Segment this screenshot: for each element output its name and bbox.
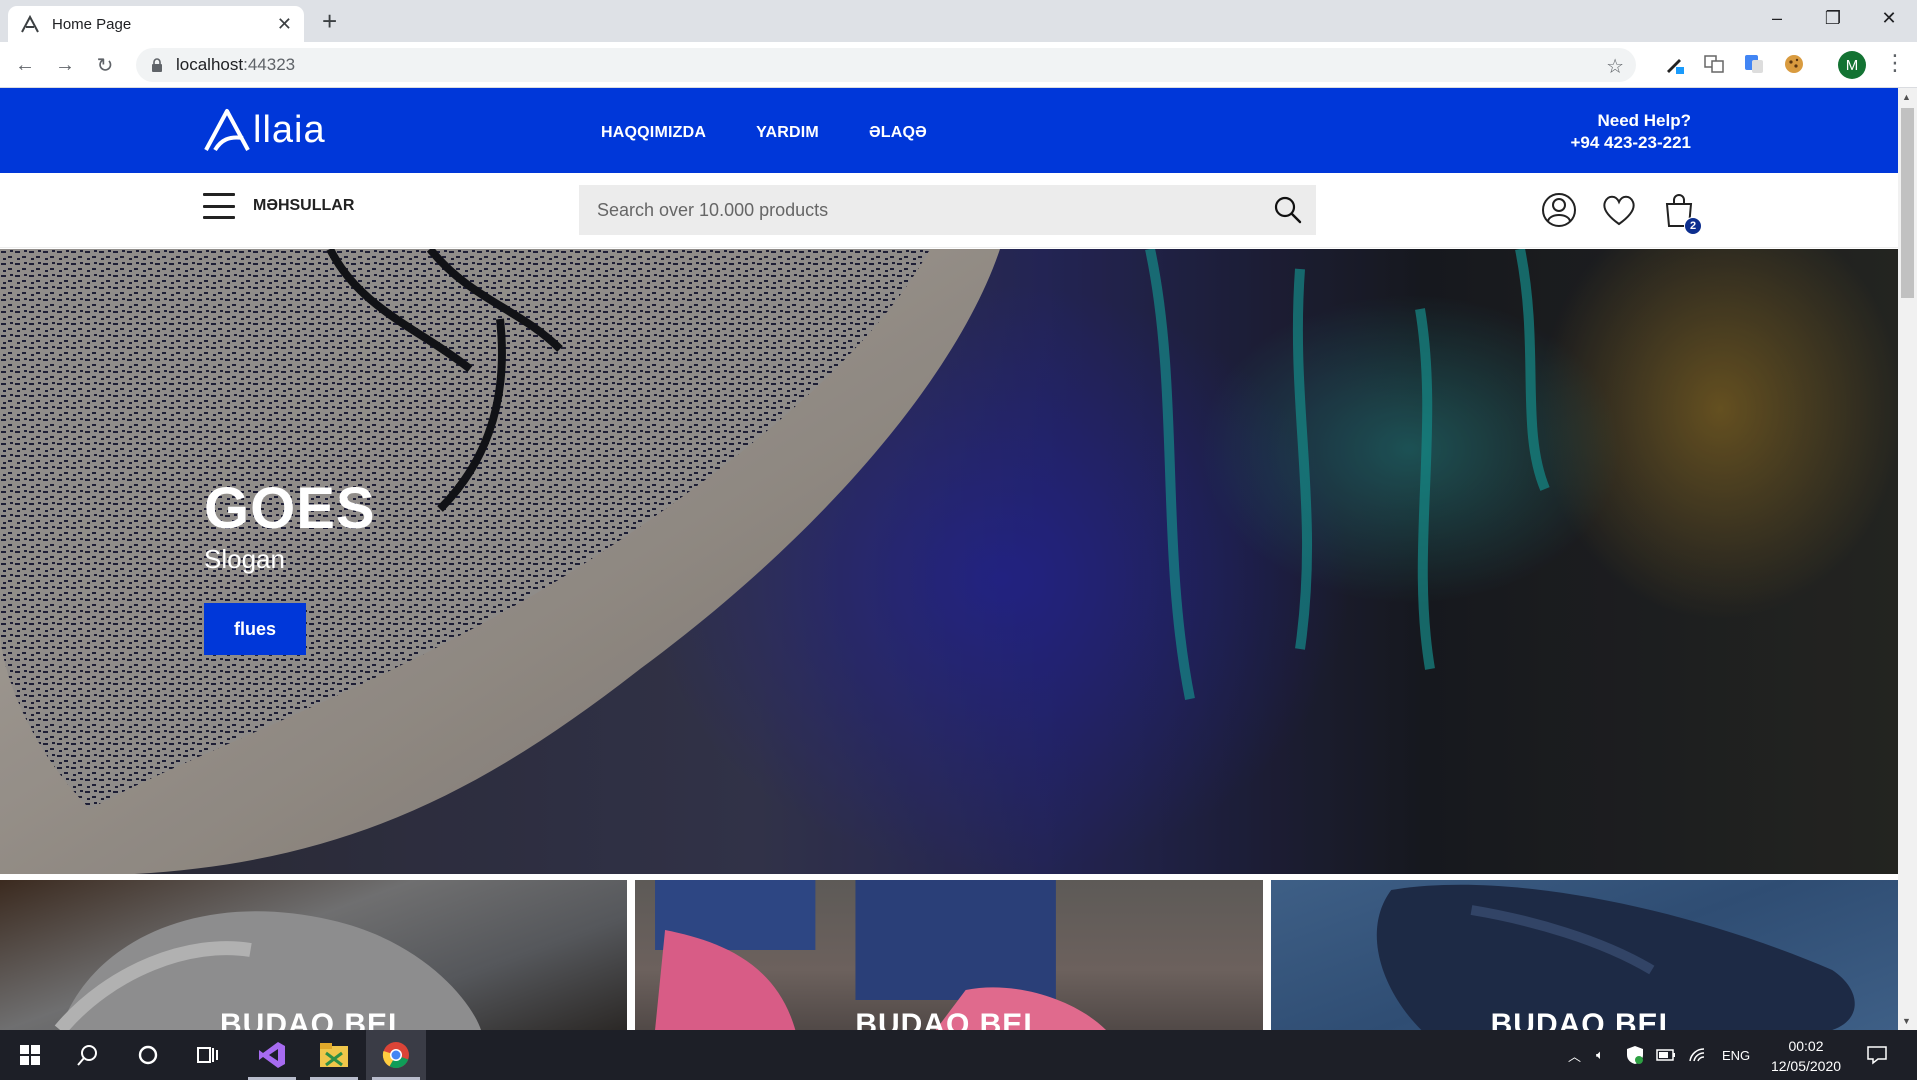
help-phone[interactable]: +94 423-23-221 bbox=[1570, 132, 1691, 154]
scrollbar-thumb[interactable] bbox=[1901, 108, 1914, 298]
chrome-taskbar[interactable] bbox=[366, 1030, 426, 1080]
tab-title: Home Page bbox=[52, 15, 132, 33]
taskbar-search-icon bbox=[77, 1045, 97, 1066]
search-icon bbox=[1274, 196, 1302, 224]
help-title: Need Help? bbox=[1597, 111, 1691, 130]
windows-taskbar: ︿ 🔈︎ ENG 00:02 12/05/2020 bbox=[0, 1030, 1917, 1080]
profile-avatar[interactable]: M bbox=[1838, 51, 1866, 79]
heart-icon bbox=[1603, 195, 1635, 226]
hero-subtitle: Slogan bbox=[204, 544, 285, 574]
hero-slider: GOES Slogan flues bbox=[0, 249, 1898, 874]
category-tile-1[interactable]: BUDAQ BEL bbox=[0, 880, 628, 1030]
categories-label: MƏHSULLAR bbox=[253, 197, 355, 214]
search-button[interactable] bbox=[1260, 185, 1316, 235]
window-close-button[interactable]: ✕ bbox=[1861, 0, 1917, 36]
menu-link-about[interactable]: HAQQIMIZDA bbox=[601, 124, 706, 142]
volume-icon[interactable]: 🔈︎ bbox=[1596, 1030, 1604, 1080]
notifications-icon[interactable] bbox=[1866, 1030, 1888, 1080]
wifi-icon[interactable] bbox=[1688, 1030, 1706, 1080]
cookie-extension-icon[interactable] bbox=[1782, 52, 1806, 76]
clock-date: 12/05/2020 bbox=[1770, 1058, 1842, 1074]
system-clock[interactable]: 00:02 12/05/2020 bbox=[1766, 1036, 1846, 1076]
category-tile-3[interactable]: BUDAQ BEL bbox=[1270, 880, 1898, 1030]
chrome-icon bbox=[382, 1042, 409, 1069]
defender-shield-icon[interactable] bbox=[1626, 1030, 1644, 1080]
reload-icon[interactable]: ↻ bbox=[90, 50, 120, 80]
cart-button[interactable]: 2 bbox=[1660, 191, 1702, 235]
hero-title: GOES bbox=[204, 476, 376, 541]
browser-menu-icon[interactable]: ⋮ bbox=[1884, 50, 1906, 76]
visual-studio-icon bbox=[259, 1042, 285, 1068]
task-view-button[interactable] bbox=[178, 1030, 238, 1080]
restore-button[interactable]: ❐ bbox=[1805, 0, 1861, 36]
minimize-button[interactable]: – bbox=[1749, 0, 1805, 36]
bookmark-star-icon[interactable]: ☆ bbox=[1606, 54, 1624, 79]
logo-text: llaia bbox=[253, 108, 326, 151]
google-translate-icon[interactable] bbox=[1742, 52, 1766, 76]
search-input[interactable] bbox=[579, 185, 1260, 235]
site-header: llaia HAQQIMIZDA YARDIM ƏLAQƏ Need Help?… bbox=[0, 88, 1898, 173]
address-url: localhost:44323 bbox=[176, 55, 296, 74]
site-favicon-icon bbox=[21, 14, 39, 33]
clock-time: 00:02 bbox=[1788, 1038, 1824, 1054]
file-explorer-taskbar[interactable] bbox=[304, 1030, 364, 1080]
category-tile-2[interactable]: BUDAQ BEL bbox=[635, 880, 1263, 1030]
address-bar[interactable]: localhost:44323 ☆ bbox=[136, 48, 1636, 82]
search-bar-row: MƏHSULLAR Search over 10.000 products 2 bbox=[0, 173, 1898, 248]
allaia-logo-icon bbox=[204, 109, 250, 152]
browser-tab-strip: Home Page ✕ + – ❐ ✕ bbox=[0, 0, 1917, 42]
menu-link-contact[interactable]: ƏLAQƏ bbox=[869, 124, 927, 142]
tab-close-icon[interactable]: ✕ bbox=[277, 15, 292, 33]
cortana-circle-icon bbox=[138, 1045, 158, 1065]
page-viewport: llaia HAQQIMIZDA YARDIM ƏLAQƏ Need Help?… bbox=[0, 88, 1898, 1030]
page-scrollbar[interactable]: ▲ ▼ bbox=[1898, 88, 1917, 1030]
site-logo[interactable]: llaia bbox=[203, 108, 326, 152]
categories-menu-button[interactable]: MƏHSULLAR bbox=[203, 193, 354, 219]
help-contact[interactable]: Need Help? +94 423-23-221 bbox=[1570, 110, 1691, 154]
tray-overflow-chevron-icon[interactable]: ︿ bbox=[1568, 1030, 1581, 1080]
lock-icon bbox=[152, 58, 162, 72]
battery-icon[interactable] bbox=[1656, 1030, 1676, 1080]
user-icon bbox=[1542, 193, 1576, 227]
user-actions: 2 bbox=[1540, 191, 1702, 235]
back-arrow-icon[interactable]: ← bbox=[10, 50, 40, 80]
search-taskbar-button[interactable] bbox=[58, 1030, 118, 1080]
hamburger-icon bbox=[203, 193, 235, 219]
cortana-button[interactable] bbox=[118, 1030, 178, 1080]
visual-studio-taskbar[interactable] bbox=[242, 1030, 302, 1080]
main-menu: HAQQIMIZDA YARDIM ƏLAQƏ bbox=[601, 124, 927, 142]
windows-logo-icon bbox=[20, 1045, 40, 1065]
category-label: BUDAQ BEL bbox=[219, 1008, 408, 1030]
category-label: BUDAQ BEL bbox=[1490, 1008, 1678, 1030]
category-tiles: BUDAQ BEL BUDAQ BEL BUDAQ BEL bbox=[0, 880, 1898, 1030]
start-button[interactable] bbox=[0, 1030, 60, 1080]
hero-cta-button[interactable]: flues bbox=[204, 603, 306, 655]
cart-count-badge: 2 bbox=[1684, 217, 1702, 235]
translate-extension-icon[interactable] bbox=[1702, 52, 1726, 76]
product-search bbox=[579, 185, 1316, 235]
category-label: BUDAQ BEL bbox=[855, 1008, 1043, 1030]
account-button[interactable] bbox=[1540, 191, 1578, 229]
scroll-down-arrow-icon[interactable]: ▼ bbox=[1902, 1016, 1911, 1026]
forward-arrow-icon[interactable]: → bbox=[50, 50, 80, 80]
browser-tab-home[interactable]: Home Page ✕ bbox=[8, 6, 304, 42]
task-view-icon bbox=[197, 1047, 218, 1063]
browser-toolbar: ← → ↻ localhost:44323 ☆ bbox=[0, 42, 1917, 88]
pen-extension-icon[interactable] bbox=[1662, 52, 1686, 76]
scroll-up-arrow-icon[interactable]: ▲ bbox=[1902, 92, 1911, 102]
input-language[interactable]: ENG bbox=[1722, 1030, 1750, 1080]
menu-link-help[interactable]: YARDIM bbox=[756, 124, 819, 142]
folder-icon bbox=[320, 1043, 348, 1067]
wishlist-button[interactable] bbox=[1600, 191, 1638, 229]
new-tab-button[interactable]: + bbox=[322, 6, 337, 36]
